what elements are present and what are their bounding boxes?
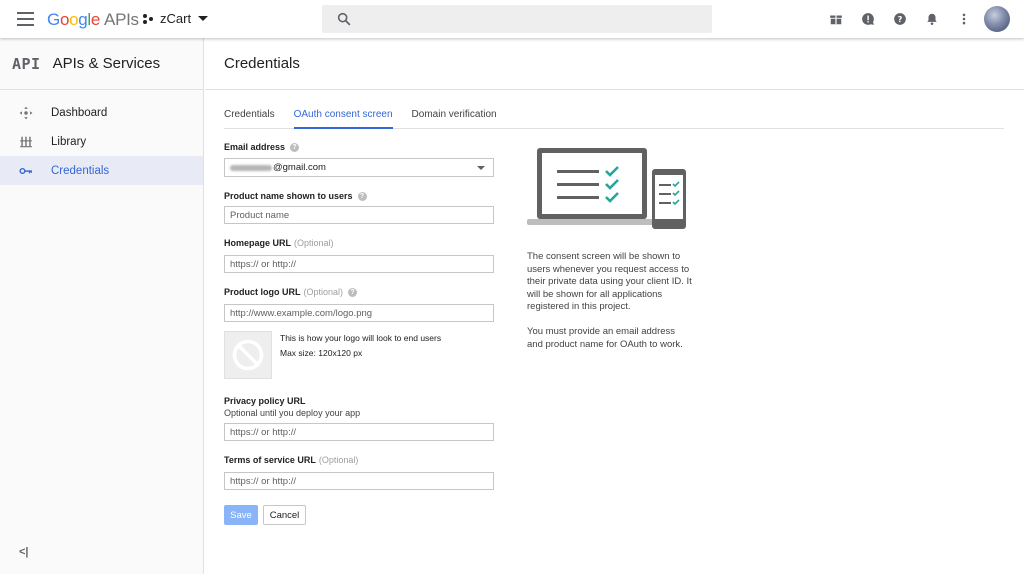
help-icon[interactable]: ? xyxy=(357,191,367,201)
search-input[interactable] xyxy=(362,9,702,29)
top-actions: ? xyxy=(820,6,1010,32)
logo-url-input[interactable] xyxy=(224,304,494,322)
sidebar-item-label: Library xyxy=(51,135,87,148)
dashboard-icon xyxy=(18,105,34,121)
help-icon[interactable]: ? xyxy=(884,6,916,32)
avatar[interactable] xyxy=(984,6,1010,32)
no-image-icon xyxy=(232,339,264,371)
email-label: Email address ? xyxy=(224,141,496,153)
search-icon xyxy=(337,12,351,26)
feedback-icon[interactable] xyxy=(852,6,884,32)
tos-url-input[interactable] xyxy=(224,472,494,490)
svg-text:?: ? xyxy=(898,14,903,24)
project-icon xyxy=(143,13,155,25)
chevron-down-icon xyxy=(198,16,209,21)
page-header: Credentials xyxy=(205,38,1024,90)
main-menu-icon[interactable] xyxy=(17,12,34,26)
info-paragraph-2: You must provide an email address and pr… xyxy=(527,325,683,350)
logo-preview-info: This is how your logo will look to end u… xyxy=(280,333,442,358)
email-select[interactable]: @gmail.com xyxy=(224,158,494,177)
sidebar-item-dashboard[interactable]: Dashboard xyxy=(0,98,203,127)
tab-domain-verification[interactable]: Domain verification xyxy=(412,105,497,129)
chevron-down-icon xyxy=(477,166,485,170)
main-content: Credentials Credentials OAuth consent sc… xyxy=(205,38,1024,574)
collapse-sidebar-icon[interactable]: <| xyxy=(19,546,29,558)
redacted-username xyxy=(230,164,272,171)
privacy-url-subtext: Optional until you deploy your app xyxy=(224,408,361,418)
cancel-button[interactable]: Cancel xyxy=(263,505,306,525)
logo-placeholder xyxy=(224,331,272,379)
gift-icon[interactable] xyxy=(820,6,852,32)
sidebar-title: APIs & Services xyxy=(52,55,161,72)
page-title: Credentials xyxy=(224,55,300,72)
sidebar-item-library[interactable]: Library xyxy=(0,127,203,156)
tab-credentials[interactable]: Credentials xyxy=(224,105,275,129)
more-vert-icon[interactable] xyxy=(948,6,980,32)
homepage-url-input[interactable] xyxy=(224,255,494,273)
sidebar-item-label: Credentials xyxy=(51,164,110,177)
consent-illustration xyxy=(527,148,686,229)
email-value: @gmail.com xyxy=(273,162,326,173)
sidebar-item-label: Dashboard xyxy=(51,106,108,119)
notifications-icon[interactable] xyxy=(916,6,948,32)
logo-preview: This is how your logo will look to end u… xyxy=(224,331,496,379)
consent-form: Email address ? @gmail.com Product name … xyxy=(224,141,496,525)
sidebar-item-credentials[interactable]: Credentials xyxy=(0,156,203,185)
help-icon[interactable]: ? xyxy=(348,287,358,297)
form-actions: Save Cancel xyxy=(224,505,496,525)
tos-url-label: Terms of service URL (Optional) xyxy=(224,455,359,465)
sidebar: API APIs & Services Dashboard Library Cr… xyxy=(0,38,204,574)
search-bar[interactable] xyxy=(322,5,712,33)
sidebar-nav: Dashboard Library Credentials xyxy=(0,90,203,185)
top-bar: Google APIs zCart ? xyxy=(0,0,1024,38)
consent-info: The consent screen will be shown to user… xyxy=(527,251,692,351)
product-name-label: Product name shown to users ? xyxy=(224,190,496,202)
google-apis-logo[interactable]: Google APIs xyxy=(47,10,139,30)
privacy-url-label: Privacy policy URL xyxy=(224,396,306,406)
sidebar-header: API APIs & Services xyxy=(0,38,203,90)
homepage-url-label: Homepage URL (Optional) xyxy=(224,238,334,248)
tab-oauth-consent-screen[interactable]: OAuth consent screen xyxy=(293,105,393,129)
api-logo-icon: API xyxy=(12,54,41,73)
product-name-input[interactable] xyxy=(224,206,494,224)
privacy-url-input[interactable] xyxy=(224,423,494,441)
key-icon xyxy=(18,163,34,179)
project-name: zCart xyxy=(160,11,192,26)
library-icon xyxy=(18,134,34,150)
help-icon[interactable]: ? xyxy=(290,142,300,152)
logo-url-label: Product logo URL (Optional) ? xyxy=(224,286,496,298)
info-paragraph-1: The consent screen will be shown to user… xyxy=(527,251,692,313)
project-selector[interactable]: zCart xyxy=(143,11,209,26)
save-button[interactable]: Save xyxy=(224,505,258,525)
tab-bar: Credentials OAuth consent screen Domain … xyxy=(224,105,1004,129)
